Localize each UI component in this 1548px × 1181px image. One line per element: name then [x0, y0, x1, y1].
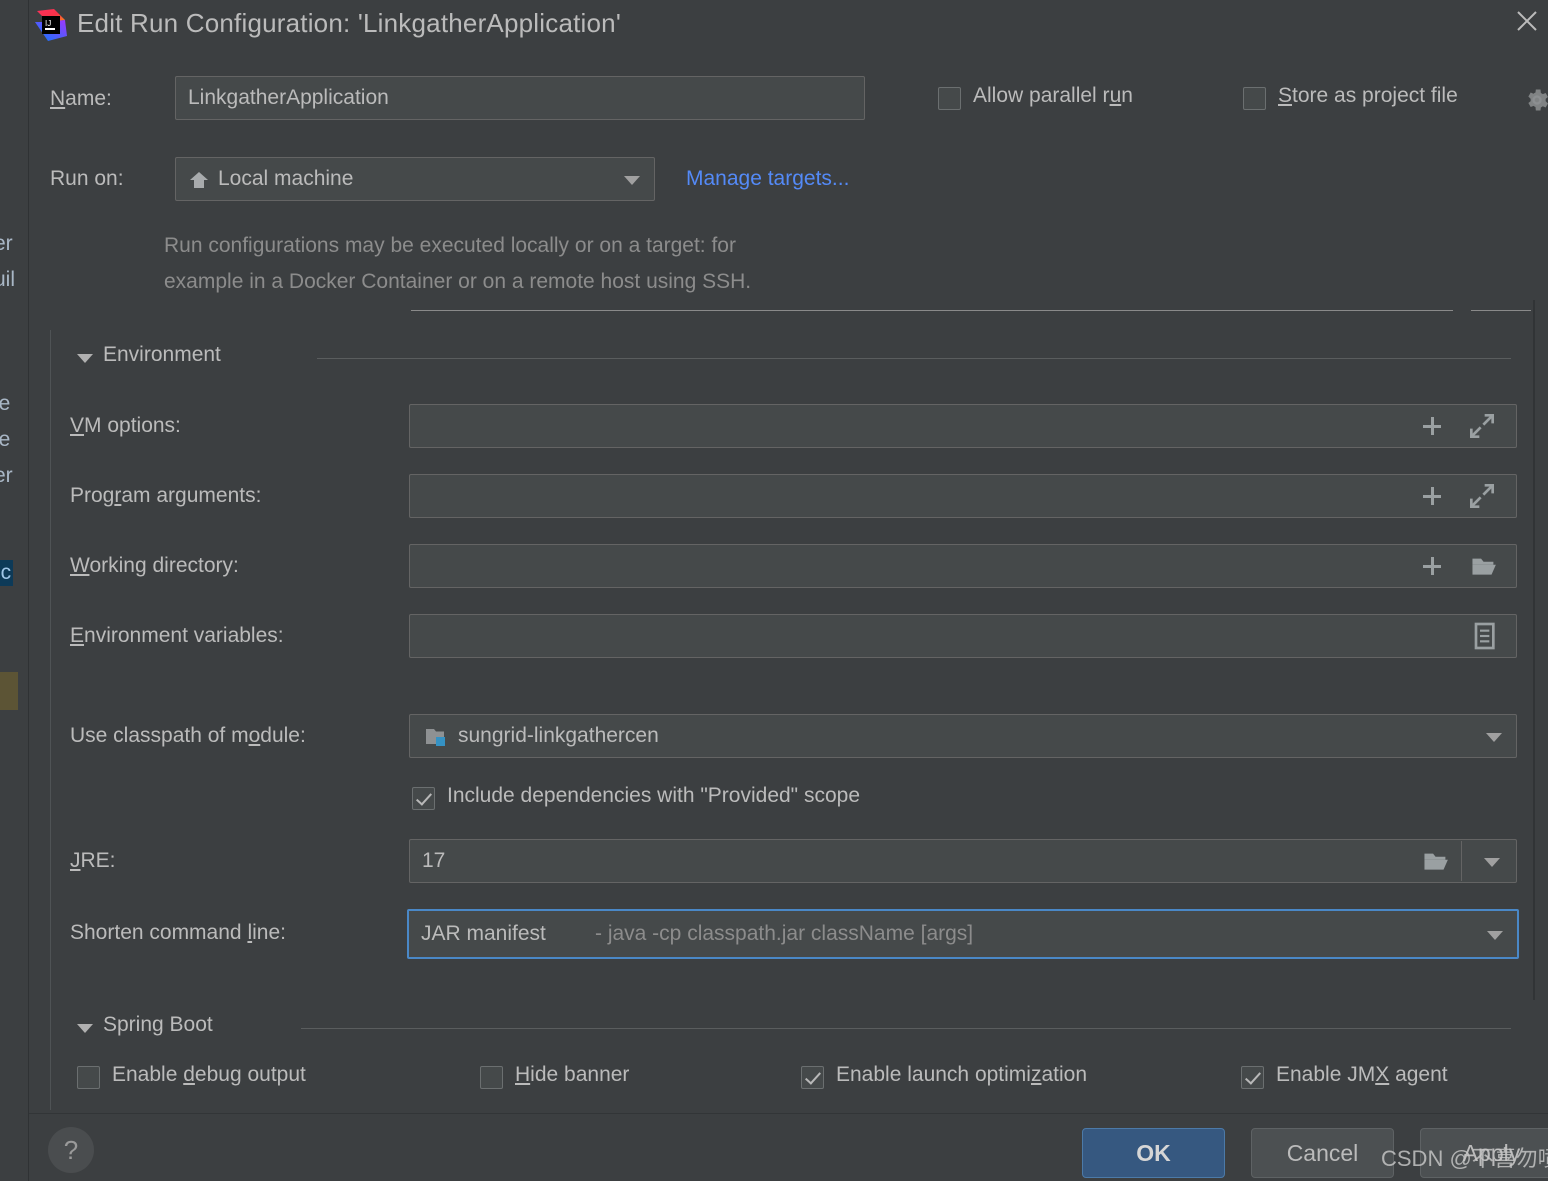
chevron-down-icon[interactable] — [1484, 858, 1500, 867]
jre-value: 17 — [422, 849, 446, 872]
hide-banner-checkbox[interactable] — [480, 1066, 503, 1089]
bg-highlight-strip — [0, 672, 18, 710]
use-classpath-value: sungrid-linkgathercen — [458, 724, 659, 747]
ide-background: er uil le le er ic — [0, 0, 30, 1181]
store-as-project-file-label: Store as project file — [1278, 84, 1458, 107]
jre-button-separator — [1461, 841, 1462, 881]
bg-text-line: uil — [0, 268, 16, 291]
environment-variables-label: Environment variables: — [70, 624, 284, 647]
cancel-button[interactable]: Cancel — [1251, 1128, 1394, 1178]
target-description-line-2: example in a Docker Container or on a re… — [164, 270, 752, 293]
use-classpath-label: Use classpath of module: — [70, 724, 306, 747]
include-provided-scope-label: Include dependencies with "Provided" sco… — [447, 784, 861, 807]
right-edge-divider — [1533, 300, 1535, 1000]
plus-icon[interactable] — [1416, 410, 1448, 442]
shorten-command-line-value: JAR manifest — [421, 922, 546, 945]
working-directory-input[interactable] — [409, 544, 1517, 588]
enable-launch-optimization-checkbox[interactable] — [801, 1066, 824, 1089]
store-as-project-file-checkbox[interactable] — [1243, 87, 1266, 110]
run-on-combobox[interactable]: Local machine — [175, 157, 655, 201]
ok-button[interactable]: OK — [1082, 1128, 1225, 1178]
spring-boot-section-title: Spring Boot — [103, 1013, 213, 1036]
shorten-command-line-hint: - java -cp classpath.jar className [args… — [595, 922, 974, 945]
vm-options-label: VM options: — [70, 414, 181, 437]
spring-boot-section-header[interactable]: Spring Boot — [77, 1013, 1527, 1043]
manage-targets-link[interactable]: Manage targets... — [686, 167, 849, 191]
name-label: Name: — [50, 87, 112, 111]
shorten-command-line-combobox[interactable]: JAR manifest - java -cp classpath.jar cl… — [407, 909, 1519, 959]
bg-text-line: er — [0, 464, 13, 487]
hide-banner-label: Hide banner — [515, 1063, 630, 1086]
intellij-idea-logo-icon: IJ — [35, 9, 67, 41]
program-arguments-label: Program arguments: — [70, 484, 262, 507]
jre-label: JRE: — [70, 849, 116, 872]
environment-section-header[interactable]: Environment — [77, 343, 1527, 373]
folder-open-icon[interactable] — [1470, 550, 1502, 582]
clipped-field-rule — [411, 310, 1453, 311]
home-icon — [190, 172, 208, 188]
environment-section-title: Environment — [103, 343, 221, 366]
name-input-value: LinkgatherApplication — [188, 86, 389, 109]
plus-icon[interactable] — [1416, 480, 1448, 512]
target-description-line-1: Run configurations may be executed local… — [164, 234, 736, 257]
include-provided-scope-checkbox[interactable] — [412, 787, 435, 810]
svg-text:IJ: IJ — [45, 19, 51, 28]
chevron-down-icon[interactable] — [77, 1024, 93, 1033]
bg-text-line: er — [0, 232, 13, 255]
allow-parallel-run-checkbox[interactable] — [938, 87, 961, 110]
dialog-title: Edit Run Configuration: 'LinkgatherAppli… — [77, 8, 621, 38]
vm-options-input[interactable] — [409, 404, 1517, 448]
name-label-rest: ame: — [65, 87, 112, 110]
chevron-down-icon — [1486, 733, 1502, 742]
module-folder-icon — [426, 729, 445, 746]
edit-run-configuration-dialog: IJ Edit Run Configuration: 'LinkgatherAp… — [29, 0, 1548, 1181]
allow-parallel-run-label: Allow parallel run — [973, 84, 1133, 107]
enable-jmx-agent-checkbox[interactable] — [1241, 1066, 1264, 1089]
footer-separator — [29, 1113, 1548, 1114]
section-divider — [301, 1028, 1511, 1029]
bg-text-line: le — [0, 392, 11, 415]
folder-open-icon[interactable] — [1422, 845, 1454, 877]
help-button[interactable]: ? — [48, 1127, 94, 1173]
apply-button[interactable]: Apply — [1420, 1128, 1548, 1178]
environment-left-border — [50, 330, 51, 1110]
bg-text-line-selected: ic — [0, 560, 14, 586]
gear-icon[interactable] — [1523, 86, 1548, 114]
run-on-value: Local machine — [218, 167, 354, 190]
expand-arrows-icon[interactable] — [1466, 480, 1498, 512]
environment-variables-input[interactable] — [409, 614, 1517, 658]
name-input[interactable]: LinkgatherApplication — [175, 76, 865, 120]
bg-text-line: le — [0, 428, 11, 451]
shorten-command-line-label: Shorten command line: — [70, 921, 286, 944]
list-editor-icon[interactable] — [1468, 620, 1500, 652]
chevron-down-icon[interactable] — [77, 354, 93, 363]
use-classpath-combobox[interactable]: sungrid-linkgathercen — [409, 714, 1517, 758]
section-divider — [317, 358, 1511, 359]
clipped-field-rule-right — [1471, 310, 1531, 311]
enable-debug-output-label: Enable debug output — [112, 1063, 306, 1086]
run-on-label: Run on: — [50, 167, 124, 190]
working-directory-label: Working directory: — [70, 554, 239, 577]
jre-input[interactable]: 17 — [409, 839, 1517, 883]
chevron-down-icon — [1487, 931, 1503, 940]
chevron-down-icon — [624, 176, 640, 185]
enable-debug-output-checkbox[interactable] — [77, 1066, 100, 1089]
program-arguments-input[interactable] — [409, 474, 1517, 518]
plus-icon[interactable] — [1416, 550, 1448, 582]
name-mnemonic: N — [50, 87, 66, 110]
enable-jmx-agent-label: Enable JMX agent — [1276, 1063, 1448, 1086]
enable-launch-optimization-label: Enable launch optimization — [836, 1063, 1088, 1086]
close-icon[interactable] — [1512, 6, 1542, 36]
dialog-titlebar: IJ Edit Run Configuration: 'LinkgatherAp… — [29, 0, 1548, 52]
expand-arrows-icon[interactable] — [1466, 410, 1498, 442]
